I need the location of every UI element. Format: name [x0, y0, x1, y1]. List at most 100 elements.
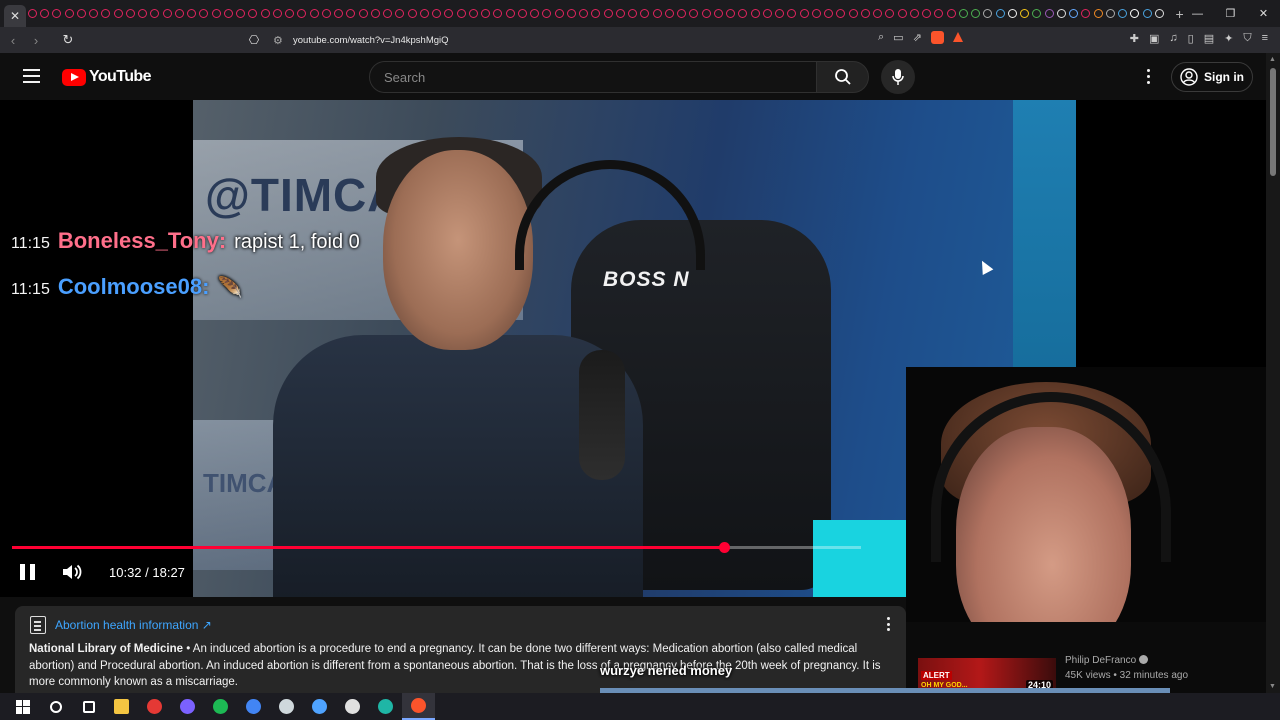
browser-tab[interactable]: [320, 5, 332, 23]
taskbar-app-gear[interactable]: [270, 693, 303, 720]
panel-kebab-icon[interactable]: [884, 617, 892, 633]
browser-tab[interactable]: [663, 5, 675, 23]
browser-tab[interactable]: [406, 5, 418, 23]
taskbar-steam[interactable]: [303, 693, 336, 720]
browser-tab[interactable]: [467, 5, 479, 23]
taskbar-app-cloud[interactable]: [336, 693, 369, 720]
guide-menu-icon[interactable]: [23, 69, 40, 83]
browser-tab[interactable]: [112, 5, 124, 23]
browser-tab[interactable]: [872, 5, 884, 23]
browser-tab[interactable]: [1068, 5, 1080, 23]
browser-tab[interactable]: [1153, 5, 1165, 23]
browser-tab[interactable]: [235, 5, 247, 23]
browser-tab[interactable]: [1141, 5, 1153, 23]
browser-tab[interactable]: [884, 5, 896, 23]
browser-tab[interactable]: [541, 5, 553, 23]
taskbar-edge[interactable]: [369, 693, 402, 720]
browser-tab[interactable]: [908, 5, 920, 23]
page-scrollbar[interactable]: ▲ ▼: [1266, 53, 1280, 693]
browser-tab[interactable]: [639, 5, 651, 23]
browser-tab[interactable]: [284, 5, 296, 23]
vpn-icon[interactable]: ⛉: [1243, 32, 1251, 45]
browser-tab[interactable]: [100, 5, 112, 23]
browser-tab[interactable]: [173, 5, 185, 23]
browser-tab[interactable]: [492, 5, 504, 23]
taskbar-file-explorer[interactable]: [105, 693, 138, 720]
settings-kebab-icon[interactable]: [1139, 66, 1157, 86]
media-icon[interactable]: ♫: [1169, 32, 1177, 45]
minimize-icon[interactable]: —: [1181, 0, 1214, 27]
scroll-down-icon[interactable]: ▼: [1269, 683, 1276, 690]
browser-tab[interactable]: [480, 5, 492, 23]
browser-tab[interactable]: [774, 5, 786, 23]
browser-tab[interactable]: [1104, 5, 1116, 23]
close-tab-icon[interactable]: ✕: [10, 10, 20, 22]
progress-bar[interactable]: [12, 542, 861, 553]
browser-tab[interactable]: [271, 5, 283, 23]
browser-tab[interactable]: [725, 5, 737, 23]
browser-tab[interactable]: [1055, 5, 1067, 23]
browser-tab[interactable]: [455, 5, 467, 23]
browser-tab[interactable]: [749, 5, 761, 23]
browser-tab[interactable]: [39, 5, 51, 23]
browser-tab[interactable]: [1006, 5, 1018, 23]
taskbar-discord[interactable]: [171, 693, 204, 720]
browser-tab[interactable]: [761, 5, 773, 23]
browser-tab[interactable]: [247, 5, 259, 23]
youtube-logo[interactable]: YouTube: [62, 68, 151, 86]
browser-tab[interactable]: [578, 5, 590, 23]
browser-tab[interactable]: [1117, 5, 1129, 23]
browser-tab[interactable]: [994, 5, 1006, 23]
browser-tab[interactable]: [810, 5, 822, 23]
browser-tab[interactable]: [296, 5, 308, 23]
cast-icon[interactable]: ▭: [893, 31, 903, 44]
browser-tab[interactable]: [896, 5, 908, 23]
browser-tab[interactable]: [712, 5, 724, 23]
browser-tab[interactable]: [394, 5, 406, 23]
browser-tab[interactable]: [308, 5, 320, 23]
browser-tab[interactable]: [222, 5, 234, 23]
browser-tab[interactable]: [798, 5, 810, 23]
browser-tab[interactable]: [51, 5, 63, 23]
browser-tab[interactable]: [369, 5, 381, 23]
sidebar-icon[interactable]: ▯: [1188, 32, 1194, 45]
taskbar-spotify[interactable]: [204, 693, 237, 720]
wallet-icon[interactable]: ▤: [1204, 32, 1214, 45]
close-window-icon[interactable]: ✕: [1247, 0, 1280, 27]
scrollbar-thumb[interactable]: [1270, 68, 1276, 176]
browser-tab[interactable]: [345, 5, 357, 23]
browser-tab[interactable]: [382, 5, 394, 23]
suggested-thumbnail[interactable]: ALERT OH MY GOD... 24:10: [918, 658, 1056, 692]
browser-tab[interactable]: [921, 5, 933, 23]
brave-rewards-icon[interactable]: [952, 32, 963, 42]
leo-icon[interactable]: ✦: [1224, 32, 1233, 45]
browser-tab[interactable]: [590, 5, 602, 23]
search-input[interactable]: [370, 62, 816, 92]
browser-tab[interactable]: [198, 5, 210, 23]
health-info-link[interactable]: Abortion health information ↗: [55, 618, 212, 632]
browser-tab[interactable]: [627, 5, 639, 23]
share-icon[interactable]: ⇗: [913, 31, 922, 44]
taskbar-app-red[interactable]: [138, 693, 171, 720]
browser-tab[interactable]: [63, 5, 75, 23]
browser-tab[interactable]: [529, 5, 541, 23]
voice-search-button[interactable]: [881, 60, 915, 94]
pause-button[interactable]: [20, 564, 36, 581]
restore-icon[interactable]: ❐: [1214, 0, 1247, 27]
browser-tab[interactable]: [835, 5, 847, 23]
browser-tab[interactable]: [1080, 5, 1092, 23]
browser-tab[interactable]: [847, 5, 859, 23]
browser-tab[interactable]: [651, 5, 663, 23]
browser-tab[interactable]: [26, 5, 38, 23]
browser-tab[interactable]: [970, 5, 982, 23]
extension-box-icon[interactable]: ▣: [1149, 32, 1159, 45]
browser-tab[interactable]: [1129, 5, 1141, 23]
browser-tab[interactable]: [737, 5, 749, 23]
browser-tab[interactable]: [957, 5, 969, 23]
browser-tab[interactable]: [443, 5, 455, 23]
extension-puzzle-icon[interactable]: ✚: [1130, 32, 1139, 45]
browser-tab[interactable]: [1031, 5, 1043, 23]
browser-tab[interactable]: [676, 5, 688, 23]
browser-tab[interactable]: [516, 5, 528, 23]
browser-tab[interactable]: [859, 5, 871, 23]
